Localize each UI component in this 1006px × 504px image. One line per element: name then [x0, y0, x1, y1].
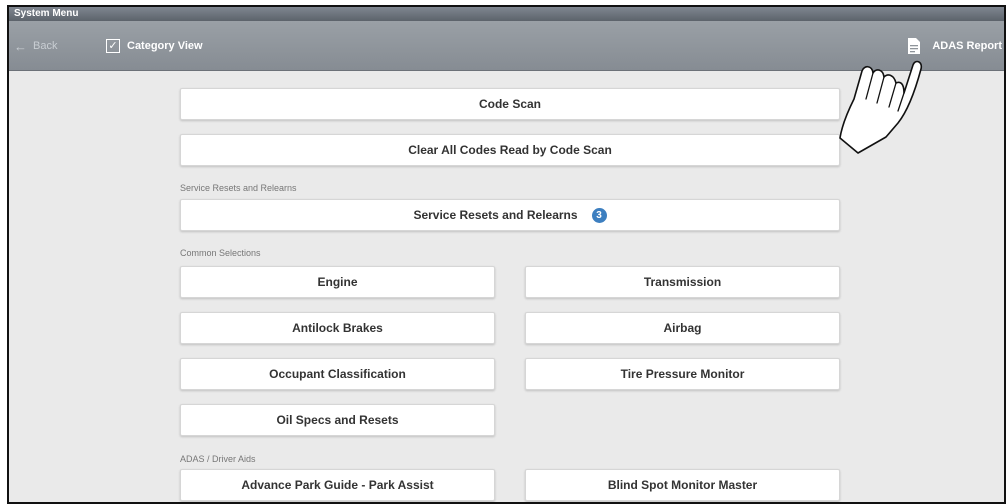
adas-report-label: ADAS Report — [932, 40, 1002, 52]
oil-specs-button[interactable]: Oil Specs and Resets — [180, 404, 495, 436]
park-assist-button[interactable]: Advance Park Guide - Park Assist — [180, 469, 495, 501]
transmission-label: Transmission — [643, 275, 722, 289]
common-section-label: Common Selections — [180, 248, 261, 258]
airbag-label: Airbag — [663, 321, 702, 335]
back-arrow-icon: ← — [14, 38, 27, 54]
airbag-button[interactable]: Airbag — [525, 312, 840, 344]
occupant-classification-button[interactable]: Occupant Classification — [180, 358, 495, 390]
checkbox-checked-icon: ✓ — [106, 39, 120, 53]
park-assist-label: Advance Park Guide - Park Assist — [241, 478, 434, 492]
tire-pressure-monitor-button[interactable]: Tire Pressure Monitor — [525, 358, 840, 390]
back-label: Back — [33, 40, 58, 52]
category-view-toggle[interactable]: ✓ Category View — [106, 37, 203, 55]
antilock-brakes-label: Antilock Brakes — [292, 321, 383, 335]
count-badge: 3 — [591, 207, 607, 223]
category-view-label: Category View — [127, 40, 203, 52]
service-section-label: Service Resets and Relearns — [180, 183, 297, 193]
service-resets-label: Service Resets and Relearns — [413, 208, 578, 222]
clear-codes-button[interactable]: Clear All Codes Read by Code Scan — [180, 134, 840, 166]
clear-codes-label: Clear All Codes Read by Code Scan — [408, 143, 612, 157]
engine-button[interactable]: Engine — [180, 266, 495, 298]
window-title: System Menu — [9, 7, 1004, 21]
back-button[interactable]: ← Back — [14, 37, 57, 55]
code-scan-label: Code Scan — [478, 97, 541, 111]
transmission-button[interactable]: Transmission — [525, 266, 840, 298]
service-resets-button[interactable]: Service Resets and Relearns 3 — [180, 199, 840, 231]
code-scan-button[interactable]: Code Scan — [180, 88, 840, 120]
oil-specs-label: Oil Specs and Resets — [276, 413, 399, 427]
tire-pressure-monitor-label: Tire Pressure Monitor — [620, 367, 745, 381]
pointing-hand-icon — [839, 60, 923, 154]
adas-section-label: ADAS / Driver Aids — [180, 454, 256, 464]
occupant-classification-label: Occupant Classification — [269, 367, 406, 381]
document-icon — [908, 38, 921, 54]
engine-label: Engine — [317, 275, 358, 289]
antilock-brakes-button[interactable]: Antilock Brakes — [180, 312, 495, 344]
blind-spot-monitor-button[interactable]: Blind Spot Monitor Master — [525, 469, 840, 501]
blind-spot-monitor-label: Blind Spot Monitor Master — [607, 478, 758, 492]
